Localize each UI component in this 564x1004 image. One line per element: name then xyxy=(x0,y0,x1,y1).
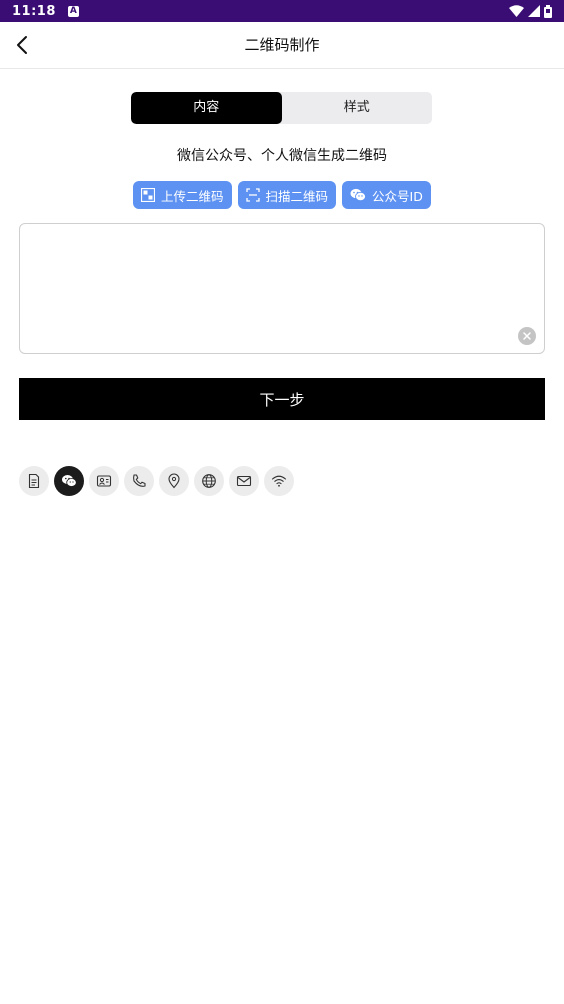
type-phone-button[interactable] xyxy=(124,466,154,496)
type-wechat-button[interactable] xyxy=(54,466,84,496)
app-bar: 二维码制作 xyxy=(0,22,564,69)
tab-style[interactable]: 样式 xyxy=(282,92,433,124)
status-icons xyxy=(509,4,552,18)
type-location-button[interactable] xyxy=(159,466,189,496)
official-account-id-label: 公众号ID xyxy=(372,188,423,204)
scan-qr-label: 扫描二维码 xyxy=(265,188,329,204)
content-input[interactable] xyxy=(19,223,545,354)
battery-icon xyxy=(544,4,552,18)
type-website-button[interactable] xyxy=(194,466,224,496)
official-account-id-button[interactable]: 公众号ID xyxy=(342,181,431,209)
signal-icon xyxy=(528,5,540,17)
upload-qr-button[interactable]: 上传二维码 xyxy=(133,181,232,209)
type-card-button[interactable] xyxy=(89,466,119,496)
type-email-button[interactable] xyxy=(229,466,259,496)
section-subtitle: 微信公众号、个人微信生成二维码 xyxy=(177,148,387,164)
clear-input-button[interactable] xyxy=(518,327,536,345)
status-bar: 11:18 A xyxy=(0,0,564,22)
close-icon xyxy=(523,332,531,340)
mail-icon xyxy=(236,475,252,487)
action-chips: 上传二维码 扫描二维码 公众号ID xyxy=(133,181,431,209)
type-text-button[interactable] xyxy=(19,466,49,496)
notification-icon: A xyxy=(67,5,79,17)
type-wifi-button[interactable] xyxy=(264,466,294,496)
wifi-icon xyxy=(271,475,287,487)
wifi-status-icon xyxy=(509,5,524,17)
mode-segmented-control: 内容 样式 xyxy=(131,92,432,124)
scan-icon xyxy=(245,188,260,202)
next-step-button[interactable]: 下一步 xyxy=(19,378,545,420)
wechat-icon xyxy=(62,475,77,487)
status-time: 11:18 xyxy=(12,3,56,19)
document-icon xyxy=(28,473,40,489)
scan-qr-button[interactable]: 扫描二维码 xyxy=(237,181,337,209)
wechat-icon xyxy=(350,188,366,202)
upload-qr-label: 上传二维码 xyxy=(161,188,224,204)
qr-code-icon xyxy=(141,188,155,202)
location-icon xyxy=(168,473,180,489)
business-card-icon xyxy=(96,475,112,487)
globe-icon xyxy=(202,474,216,488)
page-title: 二维码制作 xyxy=(244,36,320,54)
tab-content[interactable]: 内容 xyxy=(131,92,282,124)
qr-type-selector xyxy=(19,466,294,496)
phone-icon xyxy=(133,474,146,487)
